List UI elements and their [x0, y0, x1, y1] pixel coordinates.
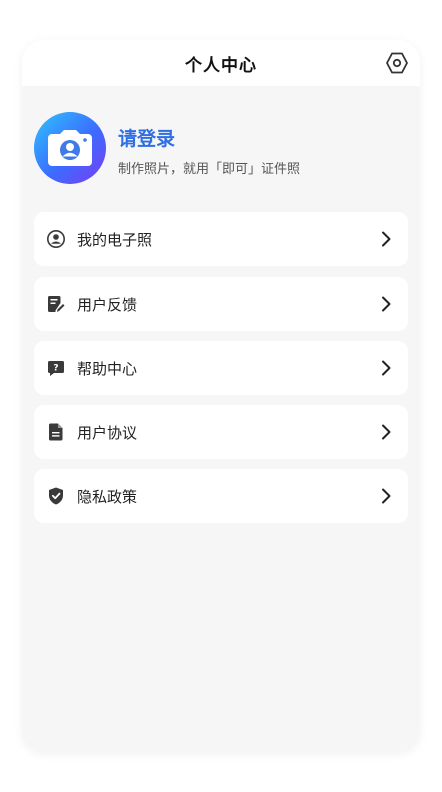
document-icon	[46, 422, 66, 442]
menu-item-label: 帮助中心	[77, 359, 138, 378]
chevron-right-icon	[382, 424, 391, 440]
svg-text:?: ?	[53, 364, 58, 374]
user-circle-icon	[46, 229, 66, 249]
menu-item-feedback[interactable]: 用户反馈	[34, 277, 408, 331]
chevron-right-icon	[382, 360, 391, 376]
settings-button[interactable]	[384, 50, 410, 76]
menu-item-user-agreement[interactable]: 用户协议	[34, 405, 408, 459]
menu-item-label: 我的电子照	[77, 230, 153, 249]
menu-item-privacy-policy[interactable]: 隐私政策	[34, 469, 408, 523]
chevron-right-icon	[382, 231, 391, 247]
login-subtitle: 制作照片，就用「即可」证件照	[118, 162, 301, 177]
avatar[interactable]	[34, 112, 106, 184]
profile-screen: 个人中心 请登录 制作照片，就用「即可」证件照 我的电子照 用户反馈 ? 帮助中…	[22, 40, 420, 752]
menu-item-label: 隐私政策	[77, 487, 138, 506]
top-nav-bar: 个人中心	[22, 40, 420, 86]
page-title: 个人中心	[185, 55, 257, 76]
feedback-icon	[46, 294, 66, 314]
chevron-right-icon	[382, 296, 391, 312]
login-header[interactable]: 请登录 制作照片，就用「即可」证件照	[34, 112, 414, 188]
chevron-right-icon	[382, 488, 391, 504]
menu-item-label: 用户反馈	[77, 295, 138, 314]
settings-hexagon-icon	[386, 52, 408, 74]
shield-check-icon	[46, 486, 66, 506]
camera-icon	[48, 130, 92, 166]
login-link[interactable]: 请登录	[118, 124, 175, 151]
menu-item-label: 用户协议	[77, 423, 138, 442]
help-icon: ?	[46, 358, 66, 378]
menu-item-my-e-photo[interactable]: 我的电子照	[34, 212, 408, 266]
menu-item-help-center[interactable]: ? 帮助中心	[34, 341, 408, 395]
